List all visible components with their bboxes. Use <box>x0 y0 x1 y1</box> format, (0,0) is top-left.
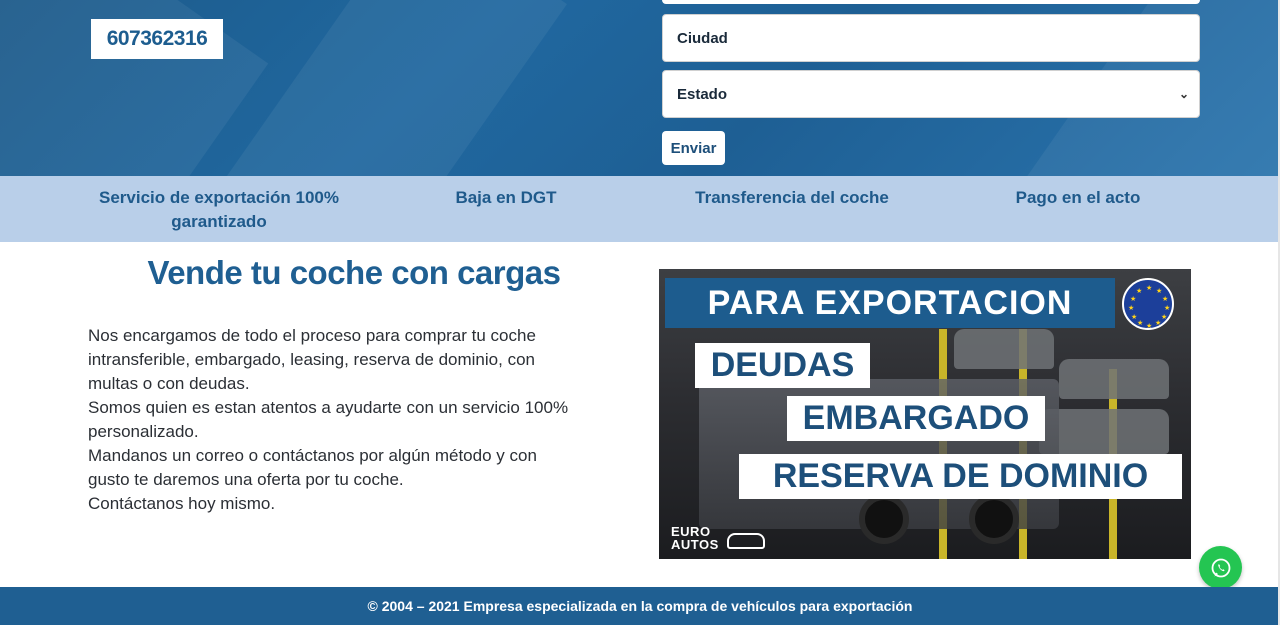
promo-banner-image: PARA EXPORTACION ★ ★ ★ ★ ★ ★ ★ ★ ★ ★ ★ ★… <box>659 269 1191 559</box>
description-line: Somos quien es estan atentos a ayudarte … <box>88 398 569 417</box>
form-field-top-edge <box>662 0 1200 4</box>
feature-line: Servicio de exportación 100% <box>99 188 339 207</box>
banner-heading: PARA EXPORTACION <box>665 278 1115 328</box>
state-select[interactable]: Estado ⌄ <box>662 70 1200 118</box>
description-line: personalizado. <box>88 422 199 441</box>
city-field-placeholder: Ciudad <box>677 29 728 47</box>
page-title: Vende tu coche con cargas <box>147 254 562 291</box>
whatsapp-icon <box>1211 558 1230 577</box>
banner-tag-title-reservation: RESERVA DE DOMINIO <box>739 454 1182 499</box>
feature-transfer: Transferencia del coche <box>682 186 902 210</box>
whatsapp-button[interactable] <box>1199 546 1242 589</box>
description-line: gusto te daremos una oferta por tu coche… <box>88 470 404 489</box>
footer-copyright: © 2004 – 2021 Empresa especializada en l… <box>367 598 913 614</box>
logo-line: AUTOS <box>671 537 719 552</box>
hero-section: 607362316 Ciudad Estado ⌄ Enviar <box>0 0 1280 176</box>
city-field[interactable]: Ciudad <box>662 14 1200 62</box>
banner-tag-debts: DEUDAS <box>695 343 870 388</box>
feature-payment: Pago en el acto <box>990 186 1166 210</box>
feature-line: Pago en el acto <box>1015 188 1141 207</box>
footer: © 2004 – 2021 Empresa especializada en l… <box>0 587 1280 625</box>
send-button[interactable]: Enviar <box>662 131 725 165</box>
hero-decor <box>213 0 567 176</box>
car-silhouette <box>1059 359 1169 399</box>
chevron-down-icon: ⌄ <box>1178 87 1189 101</box>
feature-export-guaranteed: Servicio de exportación 100% garantizado <box>96 186 342 234</box>
features-bar: Servicio de exportación 100% garantizado… <box>0 176 1280 242</box>
banner-tag-seized: EMBARGADO <box>787 396 1045 441</box>
description-line: intransferible, embargado, leasing, rese… <box>88 350 535 369</box>
description-line: multas o con deudas. <box>88 374 250 393</box>
euroautos-logo: EURO AUTOS <box>671 525 765 552</box>
car-icon <box>727 533 765 549</box>
truck-wheel <box>859 494 909 544</box>
eu-flag-icon: ★ ★ ★ ★ ★ ★ ★ ★ ★ ★ ★ ★ <box>1122 278 1174 330</box>
car-silhouette <box>954 329 1054 369</box>
phone-number[interactable]: 607362316 <box>91 19 223 59</box>
feature-line: garantizado <box>171 212 267 231</box>
feature-line: Transferencia del coche <box>695 188 889 207</box>
description-line: Contáctanos hoy mismo. <box>88 494 276 513</box>
truck-wheel <box>969 494 1019 544</box>
feature-line: Baja en DGT <box>455 188 557 207</box>
description-text: Nos encargamos de todo el proceso para c… <box>88 324 608 516</box>
state-select-value: Estado <box>677 85 728 103</box>
description-line: Nos encargamos de todo el proceso para c… <box>88 326 536 345</box>
description-line: Mandanos un correo o contáctanos por alg… <box>88 446 537 465</box>
feature-dgt: Baja en DGT <box>420 186 592 210</box>
